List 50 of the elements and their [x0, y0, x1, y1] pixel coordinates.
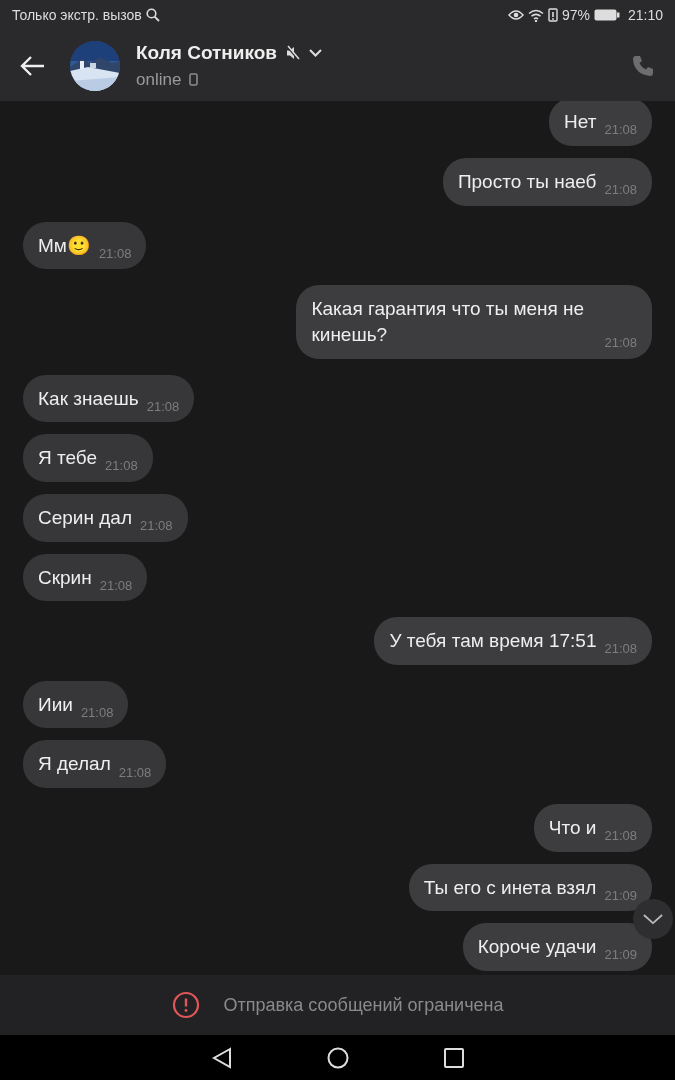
message-text: Короче удачи — [477, 935, 597, 960]
back-button[interactable] — [20, 53, 46, 78]
back-nav-icon[interactable] — [211, 1046, 232, 1069]
clock-time: 21:10 — [627, 5, 663, 25]
recents-nav-icon[interactable] — [443, 1047, 464, 1068]
alert-icon — [547, 8, 558, 22]
message-text: Какая гарантия что ты меня не кинешь? — [311, 297, 586, 347]
message-time: 21:08 — [80, 703, 114, 722]
message-time: 21:08 — [140, 516, 173, 535]
message-text: Я тебе — [38, 446, 98, 471]
message-time: 21:08 — [604, 827, 637, 845]
message-text: Нет — [564, 110, 597, 135]
restriction-notice: Отправка сообщений ограничена — [223, 993, 504, 1017]
message-time: 21:08 — [105, 457, 138, 475]
call-button[interactable] — [631, 53, 655, 78]
contact-name: Коля Сотников — [136, 40, 278, 65]
message-time: 21:09 — [604, 946, 637, 964]
message-time: 21:08 — [118, 763, 152, 782]
chevron-down-icon[interactable] — [309, 48, 323, 57]
message-text: Ты его с инета взял — [423, 875, 597, 900]
message-time: 21:08 — [604, 640, 637, 658]
message-text: Серин дал — [38, 505, 132, 530]
phone-device-icon — [189, 73, 199, 87]
wifi-icon — [527, 8, 544, 22]
message-time: 21:08 — [604, 181, 637, 199]
message-text: Мм — [38, 233, 67, 258]
message-text: Иии — [38, 692, 73, 717]
message-time: 21:08 — [146, 397, 180, 416]
chevron-down-icon — [643, 913, 663, 925]
message-text: Просто ты наеб — [457, 170, 597, 195]
message-text: Я делал — [38, 752, 111, 777]
battery-icon — [593, 9, 620, 21]
scroll-down-button[interactable] — [633, 899, 673, 939]
search-icon — [145, 8, 160, 22]
home-nav-icon[interactable] — [326, 1046, 349, 1069]
message-text: У тебя там время 17:51 — [389, 629, 597, 654]
message-text: Скрин — [38, 565, 92, 590]
message-text: Как знаешь — [38, 386, 139, 411]
presence-status: online — [136, 69, 182, 91]
emoji: 🙂 — [66, 233, 91, 258]
warning-icon — [171, 991, 200, 1019]
carrier-text: Только экстр. вызов — [12, 5, 142, 25]
eye-icon — [507, 9, 524, 21]
message-time: 21:08 — [604, 334, 637, 352]
message-time: 21:08 — [604, 121, 637, 140]
message-time: 21:08 — [99, 576, 133, 595]
message-time: 21:08 — [98, 244, 132, 263]
battery-percent: 97% — [561, 5, 590, 25]
message-text: Что и — [548, 816, 597, 841]
message-time: 21:09 — [604, 886, 637, 905]
